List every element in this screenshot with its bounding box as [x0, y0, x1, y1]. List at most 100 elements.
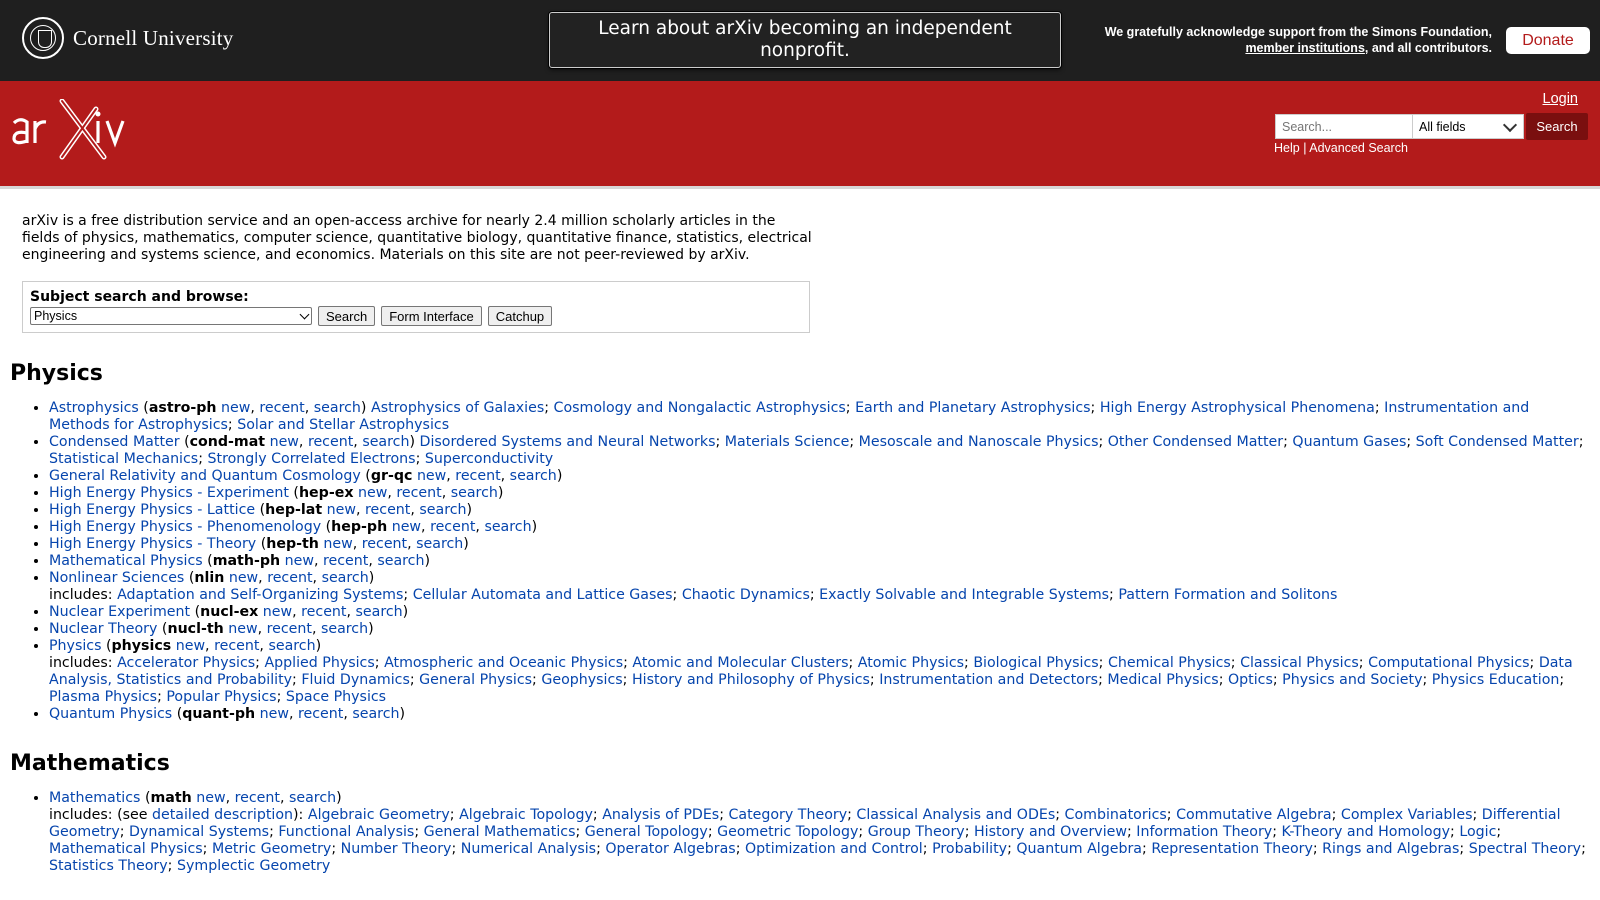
- subcategory-link[interactable]: Complex Variables: [1341, 807, 1473, 823]
- subcategory-link[interactable]: Cosmology and Nongalactic Astrophysics: [554, 400, 846, 416]
- subcategory-link[interactable]: General Physics: [419, 672, 532, 688]
- search-input[interactable]: [1275, 114, 1412, 139]
- category-link[interactable]: High Energy Physics - Experiment: [49, 485, 289, 501]
- subcategory-link[interactable]: History and Overview: [974, 824, 1127, 840]
- subcategory-link[interactable]: Logic: [1459, 824, 1496, 840]
- subcategory-link[interactable]: Functional Analysis: [278, 824, 414, 840]
- category-link[interactable]: Physics: [49, 638, 101, 654]
- subcategory-link[interactable]: Plasma Physics: [49, 689, 157, 705]
- category-link[interactable]: High Energy Physics - Lattice: [49, 502, 255, 518]
- subcategory-link[interactable]: Popular Physics: [166, 689, 276, 705]
- search-link[interactable]: search: [356, 604, 403, 620]
- search-link[interactable]: search: [322, 570, 369, 586]
- member-institutions-link[interactable]: member institutions: [1245, 41, 1364, 55]
- recent-link[interactable]: recent: [235, 790, 280, 806]
- new-link[interactable]: new: [221, 400, 250, 416]
- subcategory-link[interactable]: Commutative Algebra: [1176, 807, 1332, 823]
- new-link[interactable]: new: [323, 536, 352, 552]
- search-link[interactable]: search: [289, 790, 336, 806]
- search-field-select[interactable]: All fields: [1412, 114, 1524, 139]
- recent-link[interactable]: recent: [298, 706, 343, 722]
- recent-link[interactable]: recent: [455, 468, 500, 484]
- recent-link[interactable]: recent: [323, 553, 368, 569]
- subcategory-link[interactable]: History and Philosophy of Physics: [632, 672, 870, 688]
- subcategory-link[interactable]: Algebraic Topology: [459, 807, 593, 823]
- subcategory-link[interactable]: Biological Physics: [973, 655, 1098, 671]
- search-link[interactable]: search: [451, 485, 498, 501]
- new-link[interactable]: new: [327, 502, 356, 518]
- category-link[interactable]: High Energy Physics - Phenomenology: [49, 519, 321, 535]
- search-link[interactable]: search: [419, 502, 466, 518]
- category-link[interactable]: Mathematical Physics: [49, 553, 203, 569]
- search-link[interactable]: search: [362, 434, 409, 450]
- subcategory-link[interactable]: Atomic and Molecular Clusters: [632, 655, 848, 671]
- recent-link[interactable]: recent: [267, 621, 312, 637]
- subcategory-link[interactable]: General Topology: [585, 824, 708, 840]
- subcategory-link[interactable]: Computational Physics: [1368, 655, 1529, 671]
- new-link[interactable]: new: [417, 468, 446, 484]
- subcategory-link[interactable]: Medical Physics: [1107, 672, 1218, 688]
- subcategory-link[interactable]: Solar and Stellar Astrophysics: [237, 417, 449, 433]
- category-link[interactable]: General Relativity and Quantum Cosmology: [49, 468, 361, 484]
- subcategory-link[interactable]: Analysis of PDEs: [602, 807, 719, 823]
- subcategory-link[interactable]: Exactly Solvable and Integrable Systems: [819, 587, 1109, 603]
- subcategory-link[interactable]: Quantum Gases: [1292, 434, 1406, 450]
- search-link[interactable]: search: [268, 638, 315, 654]
- search-link[interactable]: search: [484, 519, 531, 535]
- subcategory-link[interactable]: Number Theory: [341, 841, 452, 857]
- subcategory-link[interactable]: Materials Science: [725, 434, 850, 450]
- subcategory-link[interactable]: General Mathematics: [424, 824, 576, 840]
- new-link[interactable]: new: [176, 638, 205, 654]
- subcategory-link[interactable]: Combinatorics: [1065, 807, 1167, 823]
- search-link[interactable]: search: [377, 553, 424, 569]
- subcategory-link[interactable]: Physics and Society: [1282, 672, 1422, 688]
- subcategory-link[interactable]: Spectral Theory: [1469, 841, 1581, 857]
- subcategory-link[interactable]: Atmospheric and Oceanic Physics: [384, 655, 623, 671]
- header-search-button[interactable]: Search: [1526, 113, 1588, 140]
- search-link[interactable]: search: [352, 706, 399, 722]
- arxiv-logo[interactable]: [10, 99, 144, 161]
- subcategory-link[interactable]: Fluid Dynamics: [301, 672, 410, 688]
- category-link[interactable]: Nonlinear Sciences: [49, 570, 184, 586]
- subcategory-link[interactable]: Accelerator Physics: [117, 655, 255, 671]
- subcategory-link[interactable]: Superconductivity: [425, 451, 553, 467]
- new-link[interactable]: new: [260, 706, 289, 722]
- subcategory-link[interactable]: Optics: [1228, 672, 1273, 688]
- search-link[interactable]: search: [314, 400, 361, 416]
- subcategory-link[interactable]: Other Condensed Matter: [1108, 434, 1283, 450]
- subcategory-link[interactable]: Classical Analysis and ODEs: [856, 807, 1055, 823]
- subcategory-link[interactable]: Numerical Analysis: [461, 841, 596, 857]
- recent-link[interactable]: recent: [301, 604, 346, 620]
- new-link[interactable]: new: [196, 790, 225, 806]
- subcategory-link[interactable]: Pattern Formation and Solitons: [1118, 587, 1337, 603]
- subcategory-link[interactable]: Probability: [932, 841, 1007, 857]
- subcategory-link[interactable]: Strongly Correlated Electrons: [208, 451, 416, 467]
- nonprofit-banner[interactable]: Learn about arXiv becoming an independen…: [549, 12, 1061, 68]
- subject-select[interactable]: Physics: [30, 307, 312, 325]
- subcategory-link[interactable]: Mesoscale and Nanoscale Physics: [859, 434, 1099, 450]
- subcategory-link[interactable]: Astrophysics of Galaxies: [371, 400, 544, 416]
- subcategory-link[interactable]: Instrumentation and Detectors: [879, 672, 1098, 688]
- subject-search-button[interactable]: Search: [318, 306, 376, 326]
- login-link[interactable]: Login: [1543, 91, 1578, 107]
- new-link[interactable]: new: [392, 519, 421, 535]
- subcategory-link[interactable]: Geometric Topology: [717, 824, 858, 840]
- category-link[interactable]: Nuclear Experiment: [49, 604, 190, 620]
- subcategory-link[interactable]: Applied Physics: [264, 655, 374, 671]
- search-link[interactable]: search: [510, 468, 557, 484]
- new-link[interactable]: new: [229, 570, 258, 586]
- cornell-logo[interactable]: Cornell University: [22, 17, 234, 59]
- subcategory-link[interactable]: Metric Geometry: [212, 841, 331, 857]
- help-link[interactable]: Help: [1274, 141, 1300, 155]
- subcategory-link[interactable]: Group Theory: [868, 824, 965, 840]
- subcategory-link[interactable]: Dynamical Systems: [129, 824, 269, 840]
- recent-link[interactable]: recent: [267, 570, 312, 586]
- subcategory-link[interactable]: Classical Physics: [1240, 655, 1359, 671]
- category-link[interactable]: Condensed Matter: [49, 434, 180, 450]
- category-link[interactable]: Quantum Physics: [49, 706, 172, 722]
- subcategory-link[interactable]: Symplectic Geometry: [177, 858, 330, 874]
- new-link[interactable]: new: [228, 621, 257, 637]
- subcategory-link[interactable]: Soft Condensed Matter: [1416, 434, 1579, 450]
- search-link[interactable]: search: [321, 621, 368, 637]
- recent-link[interactable]: recent: [308, 434, 353, 450]
